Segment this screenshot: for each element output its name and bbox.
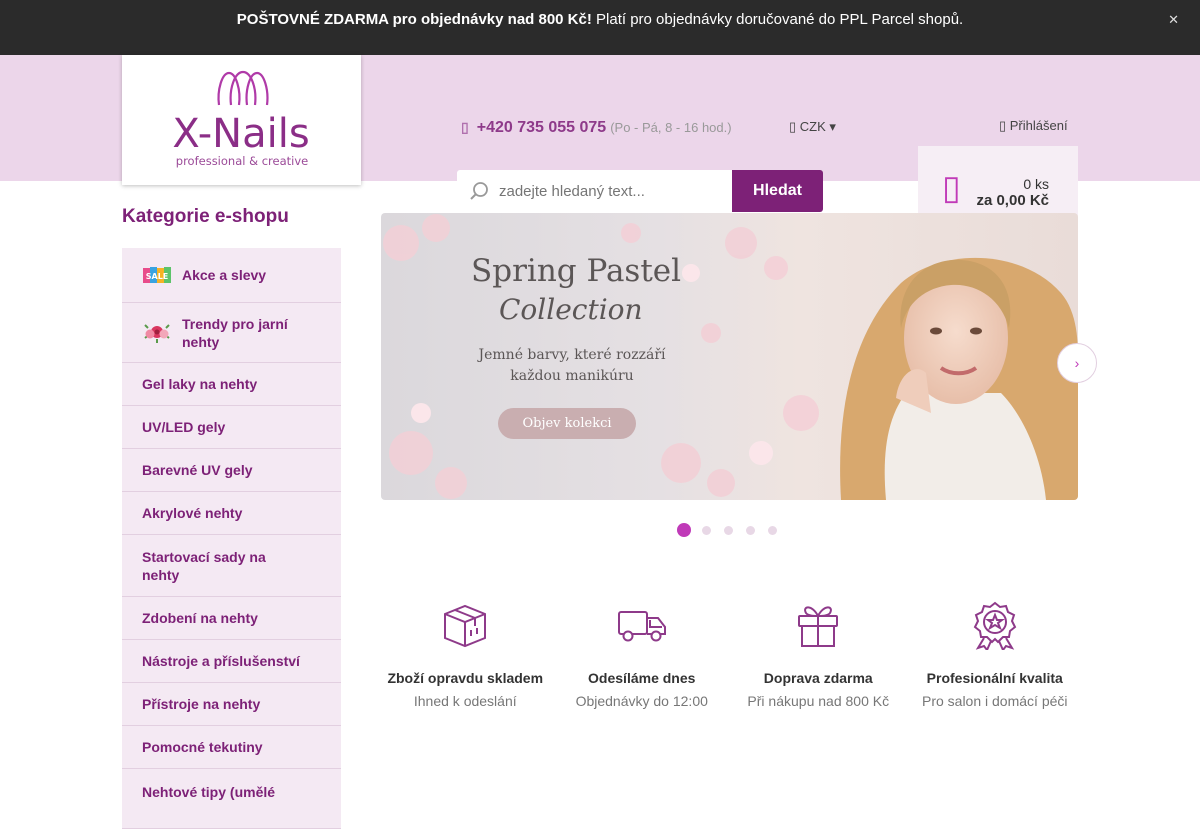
login-link[interactable]: ▯ Přihlášení <box>999 118 1068 134</box>
benefit-subtitle: Objednávky do 12:00 <box>575 693 708 709</box>
slider-dot[interactable] <box>724 525 733 535</box>
shopping-bag-icon: ▯ <box>942 169 961 207</box>
announcement-bold: POŠTOVNÉ ZDARMA pro objednávky nad 800 K… <box>236 11 592 28</box>
sidebar-item-label: Pomocné tekutiny <box>142 739 263 755</box>
logo-wordmark: X-Nails <box>172 111 309 157</box>
sidebar-title: Kategorie e-shopu <box>122 206 289 227</box>
truck-icon <box>617 611 666 642</box>
category-menu: SALE Akce a slevy Trendy pro jarní nehty… <box>122 247 341 829</box>
sidebar-item-label: Trendy pro jarní nehty <box>182 315 288 350</box>
sidebar-item-zdobeni[interactable]: Zdobení na nehty <box>122 597 341 640</box>
phone-icon: ▯ <box>461 119 469 135</box>
login-label: Přihlášení <box>1009 118 1068 133</box>
sidebar-item-pristroje[interactable]: Přístroje na nehty <box>122 683 341 726</box>
cart-total: za 0,00 Kč <box>976 192 1049 209</box>
wallet-icon: ▯ <box>789 119 800 134</box>
sidebar-item-startovaci-sady[interactable]: Startovací sady na nehty <box>122 535 341 597</box>
x-nails-logo: X-Nails professional & creative <box>172 70 310 168</box>
benefit-subtitle: Ihned k odeslání <box>413 693 517 709</box>
benefit-item: Profesionální kvalita Pro salon i domácí… <box>907 600 1084 709</box>
slider-next-button[interactable]: › <box>1057 343 1097 383</box>
opening-hours: (Po - Pá, 8 - 16 hod.) <box>610 120 732 135</box>
banner-title-line2: Collection <box>499 293 643 326</box>
sidebar-item-trendy[interactable]: Trendy pro jarní nehty <box>122 303 341 363</box>
phone-contact: ▯ +420 735 055 075 (Po - Pá, 8 - 16 hod.) <box>461 119 732 137</box>
slider-dot[interactable] <box>677 523 691 537</box>
logo-tagline: professional & creative <box>176 154 308 168</box>
sidebar-item-label: Akce a slevy <box>182 267 267 283</box>
sidebar-item-label: Akrylové nehty <box>142 505 243 521</box>
logo[interactable]: X-Nails professional & creative <box>122 55 361 185</box>
award-icon <box>973 601 1017 650</box>
benefit-item: Odesíláme dnes Objednávky do 12:00 <box>554 600 731 709</box>
search-button[interactable]: Hledat <box>732 170 823 212</box>
close-icon[interactable]: ✕ <box>1168 12 1179 28</box>
sidebar-item-uv-led-gely[interactable]: UV/LED gely <box>122 406 341 449</box>
chevron-down-icon: ▾ <box>825 119 836 134</box>
announcement-detail: Platí pro objednávky doručované do PPL P… <box>591 11 964 28</box>
benefit-title: Doprava zdarma <box>763 670 873 686</box>
chevron-right-icon: › <box>1074 355 1080 371</box>
benefit-title: Profesionální kvalita <box>926 670 1063 686</box>
currency-label: CZK <box>799 119 826 134</box>
sidebar-item-barevne-gely[interactable]: Barevné UV gely <box>122 449 341 492</box>
site-header: X-Nails professional & creative ▯ +420 73… <box>0 55 1200 236</box>
benefit-title: Zboží opravdu skladem <box>387 670 544 686</box>
cart-quantity: 0 ks <box>1023 176 1049 192</box>
gift-icon <box>798 606 839 647</box>
search-form: Hledat <box>457 170 823 212</box>
sidebar-item-akce[interactable]: SALE Akce a slevy <box>122 248 341 303</box>
slider-dot[interactable] <box>702 525 711 535</box>
slider-dot[interactable] <box>768 525 777 535</box>
benefit-item: Doprava zdarma Při nákupu nad 800 Kč <box>730 600 907 709</box>
search-icon <box>470 182 488 200</box>
box-icon <box>444 604 487 648</box>
sidebar-item-pomocne-tekutiny[interactable]: Pomocné tekutiny <box>122 726 341 769</box>
sidebar-item-label: Startovací sady na nehty <box>142 548 266 583</box>
search-input[interactable] <box>499 182 719 200</box>
sidebar-item-gel-laky[interactable]: Gel laky na nehty <box>122 363 341 406</box>
sidebar-item-label: Přístroje na nehty <box>142 696 261 712</box>
search-field <box>457 170 732 212</box>
sidebar-item-label: Nástroje a příslušenství <box>142 653 300 669</box>
phone-number[interactable]: +420 735 055 075 <box>477 119 606 136</box>
sidebar-item-label: Gel laky na nehty <box>142 376 258 392</box>
banner-cta-button[interactable]: Objev kolekci <box>498 408 636 439</box>
user-icon: ▯ <box>999 118 1010 133</box>
banner-subtitle: Jemné barvy, které rozzáří každou manikú… <box>478 347 666 384</box>
sidebar-item-nehtove-tipy[interactable]: Nehtové tipy (umělé <box>122 769 341 829</box>
svg-text:SALE: SALE <box>146 272 169 281</box>
sale-icon: SALE <box>142 262 172 288</box>
slider-dots <box>677 523 790 537</box>
flowers-icon <box>142 320 172 346</box>
announcement-text: POŠTOVNÉ ZDARMA pro objednávky nad 800 K… <box>0 11 1200 28</box>
sidebar-item-nastroje[interactable]: Nástroje a příslušenství <box>122 640 341 683</box>
category-sidebar: Kategorie e-shopu SALE Akce a slevy Tren… <box>122 206 341 829</box>
top-announcement-bar: POŠTOVNÉ ZDARMA pro objednávky nad 800 K… <box>0 0 1200 55</box>
sidebar-item-label: Barevné UV gely <box>142 462 253 478</box>
sidebar-item-label: UV/LED gely <box>142 419 226 435</box>
banner-title-line1: Spring Pastel <box>471 253 682 289</box>
slider-dot[interactable] <box>746 525 755 535</box>
benefit-subtitle: Pro salon i domácí péči <box>921 693 1068 709</box>
benefits-section: Zboží opravdu skladem Ihned k odeslání O… <box>377 600 1083 709</box>
sidebar-item-label: Nehtové tipy (umělé <box>142 784 276 800</box>
benefit-item: Zboží opravdu skladem Ihned k odeslání <box>377 600 554 709</box>
sidebar-item-label: Zdobení na nehty <box>142 610 258 626</box>
benefit-title: Odesíláme dnes <box>588 670 696 686</box>
currency-selector[interactable]: ▯ CZK ▾ <box>789 119 836 135</box>
hero-banner[interactable]: Spring Pastel Collection Jemné barvy, kt… <box>381 213 1078 500</box>
benefit-subtitle: Při nákupu nad 800 Kč <box>747 693 890 709</box>
sidebar-item-akrylove[interactable]: Akrylové nehty <box>122 492 341 535</box>
